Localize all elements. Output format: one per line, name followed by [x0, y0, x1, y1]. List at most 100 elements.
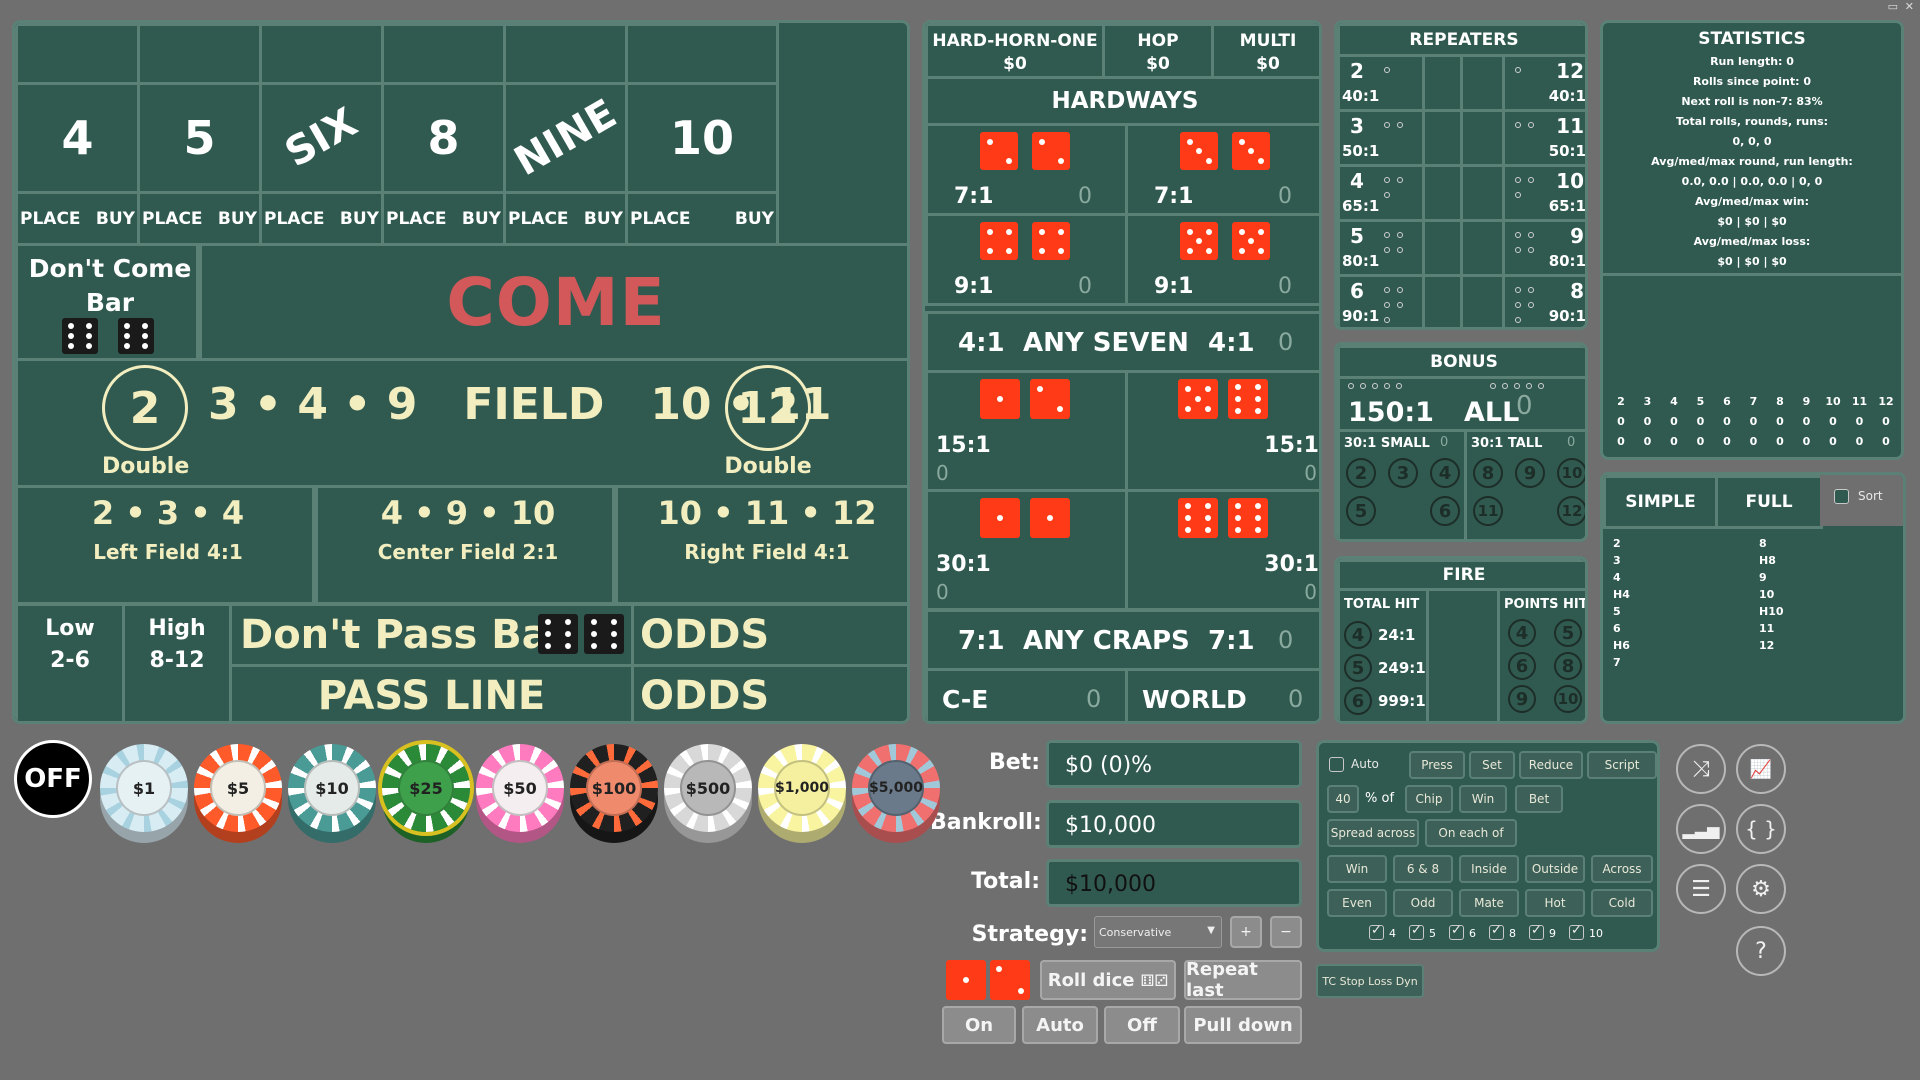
chip-10[interactable]: $10 [288, 744, 376, 832]
repeater-11[interactable]: 11 50:1 [1502, 109, 1585, 167]
point-box-3[interactable]: SIX [259, 82, 384, 194]
auto-check-10[interactable] [1569, 923, 1584, 940]
place-buy-1[interactable]: PLACE BUY [15, 191, 140, 246]
point-box-5[interactable]: NINE [503, 82, 628, 194]
point-top-1[interactable] [15, 23, 140, 85]
dont-come-bar[interactable]: Don't Come Bar [15, 243, 199, 361]
strategy-select[interactable]: Conservative ▼ [1094, 916, 1222, 948]
bar-chart-icon[interactable]: ▂▃▅ [1676, 804, 1726, 854]
auto-button[interactable]: Auto [1022, 1006, 1098, 1044]
hardway-4[interactable]: 7:1 0 [925, 123, 1128, 216]
dont-pass-odds[interactable]: ODDS [631, 603, 907, 667]
percent-input[interactable]: 40 [1327, 785, 1359, 813]
horn-bet-2[interactable]: 15:1 0 [1125, 370, 1319, 492]
dont-pass-bar[interactable]: Don't Pass Bar [229, 603, 634, 667]
bonus-all-bet[interactable]: 150:1 ALL 0 [1337, 376, 1585, 432]
auto-row2-button[interactable]: Mate [1459, 889, 1519, 917]
auto-check-8[interactable] [1489, 923, 1504, 940]
place-buy-6[interactable]: PLACE BUY [625, 191, 779, 246]
auto-row1-button[interactable]: Inside [1459, 855, 1519, 883]
multi-bet[interactable]: MULTI $0 [1211, 23, 1319, 79]
bet-pct-button[interactable]: Bet [1515, 785, 1563, 813]
fire-total-hit[interactable]: TOTAL HIT 4 24:1 5 249:1 6 999:1 [1337, 588, 1429, 721]
right-field[interactable]: 10 • 11 • 12 Right Field 4:1 [615, 485, 907, 605]
auto-check-6[interactable] [1449, 923, 1464, 940]
auto-row1-button[interactable]: Across [1591, 855, 1653, 883]
off-button[interactable]: OFF [14, 740, 92, 818]
off-roll-button[interactable]: Off [1104, 1006, 1180, 1044]
hard-horn-one-bet[interactable]: HARD-HORN-ONE $0 [925, 23, 1105, 79]
repeater-3[interactable]: 3 50:1 [1337, 109, 1425, 167]
place-buy-4[interactable]: PLACE BUY [381, 191, 506, 246]
set-button[interactable]: Set [1469, 751, 1515, 779]
sort-checkbox[interactable] [1834, 489, 1849, 504]
bet-field[interactable]: $0 (0)% [1046, 740, 1302, 788]
bonus-tall-bet[interactable]: 30:1 TALL 0 8 9 10 11 12 [1464, 429, 1585, 539]
auto-checkbox[interactable] [1329, 757, 1344, 772]
pull-down-button[interactable]: Pull down [1184, 1006, 1302, 1044]
roll-dice-button[interactable]: Roll dice ⚅⚂ [1040, 960, 1176, 1000]
repeater-9[interactable]: 9 80:1 [1502, 219, 1585, 277]
close-icon[interactable]: ✕ [1905, 0, 1914, 13]
pass-odds[interactable]: ODDS [631, 664, 907, 721]
auto-check-9[interactable] [1529, 923, 1544, 940]
chip-25[interactable]: $25 [382, 744, 470, 832]
place-buy-5[interactable]: PLACE BUY [503, 191, 628, 246]
auto-check-4[interactable] [1369, 923, 1384, 940]
chip-1[interactable]: $1 [100, 744, 188, 832]
field-area[interactable]: 2 3 • 4 • 9 FIELD 10 • 11 12 Double Doub… [15, 358, 907, 488]
on-button[interactable]: On [942, 1006, 1016, 1044]
chip-button[interactable]: Chip [1405, 785, 1453, 813]
place-buy-3[interactable]: PLACE BUY [259, 191, 384, 246]
bonus-small-bet[interactable]: 30:1 SMALL 0 234 5 6 [1337, 429, 1467, 539]
tc-stop-loss-button[interactable]: TC Stop Loss Dyn [1316, 964, 1424, 998]
chip-1000[interactable]: $1,000 [758, 744, 846, 832]
repeater-4[interactable]: 4 65:1 [1337, 164, 1425, 222]
reduce-button[interactable]: Reduce [1519, 751, 1583, 779]
strategy-plus-button[interactable]: + [1230, 916, 1262, 948]
hop-bet[interactable]: HOP $0 [1102, 23, 1214, 79]
braces-icon[interactable]: { } [1736, 804, 1786, 854]
auto-check-5[interactable] [1409, 923, 1424, 940]
pass-line[interactable]: PASS LINE [229, 664, 634, 721]
place-buy-2[interactable]: PLACE BUY [137, 191, 262, 246]
restore-icon[interactable]: ▭ [1888, 0, 1898, 13]
script-button[interactable]: Script [1587, 751, 1657, 779]
high-bet[interactable]: High 8-12 [122, 603, 232, 721]
auto-row2-button[interactable]: Odd [1393, 889, 1453, 917]
repeater-12[interactable]: 12 40:1 [1502, 54, 1585, 112]
fire-points-hit[interactable]: POINTS HIT 4 5 6 8 9 10 [1497, 588, 1585, 721]
come-area[interactable]: COME [199, 243, 907, 361]
strategy-minus-button[interactable]: − [1270, 916, 1302, 948]
point-box-1[interactable]: 4 [15, 82, 140, 194]
any-craps-bet[interactable]: 7:1 ANY CRAPS 7:1 0 [925, 609, 1319, 671]
point-top-4[interactable] [381, 23, 506, 85]
hardway-6[interactable]: 7:1 0 [1125, 123, 1319, 216]
auto-row1-button[interactable]: Win [1327, 855, 1387, 883]
horn-bet-4[interactable]: 30:1 0 [1125, 489, 1319, 611]
center-field[interactable]: 4 • 9 • 10 Center Field 2:1 [315, 485, 615, 605]
ce-bet[interactable]: C-E 0 [925, 668, 1128, 721]
auto-row1-button[interactable]: Outside [1525, 855, 1585, 883]
simple-tab[interactable]: SIMPLE [1603, 475, 1718, 529]
auto-row2-button[interactable]: Cold [1591, 889, 1653, 917]
auto-row2-button[interactable]: Hot [1525, 889, 1585, 917]
gear-icon[interactable]: ⚙ [1736, 864, 1786, 914]
hardway-8[interactable]: 9:1 0 [925, 213, 1128, 306]
repeater-8[interactable]: 8 90:1 [1502, 274, 1585, 327]
chip-5[interactable]: $5 [194, 744, 282, 832]
on-each-of-button[interactable]: On each of [1425, 819, 1517, 847]
chart-icon[interactable]: 📈 [1736, 744, 1786, 794]
list-icon[interactable]: ☰ [1676, 864, 1726, 914]
repeater-5[interactable]: 5 80:1 [1337, 219, 1425, 277]
horn-bet-3[interactable]: 30:1 0 [925, 489, 1128, 611]
repeat-last-button[interactable]: Repeat last [1184, 959, 1302, 1001]
auto-row2-button[interactable]: Even [1327, 889, 1387, 917]
point-box-4[interactable]: 8 [381, 82, 506, 194]
repeater-2[interactable]: 2 40:1 [1337, 54, 1425, 112]
press-button[interactable]: Press [1409, 751, 1465, 779]
help-icon[interactable]: ? [1736, 926, 1786, 976]
left-field[interactable]: 2 • 3 • 4 Left Field 4:1 [15, 485, 315, 605]
chip-5000[interactable]: $5,000 [852, 744, 940, 832]
point-top-5[interactable] [503, 23, 628, 85]
